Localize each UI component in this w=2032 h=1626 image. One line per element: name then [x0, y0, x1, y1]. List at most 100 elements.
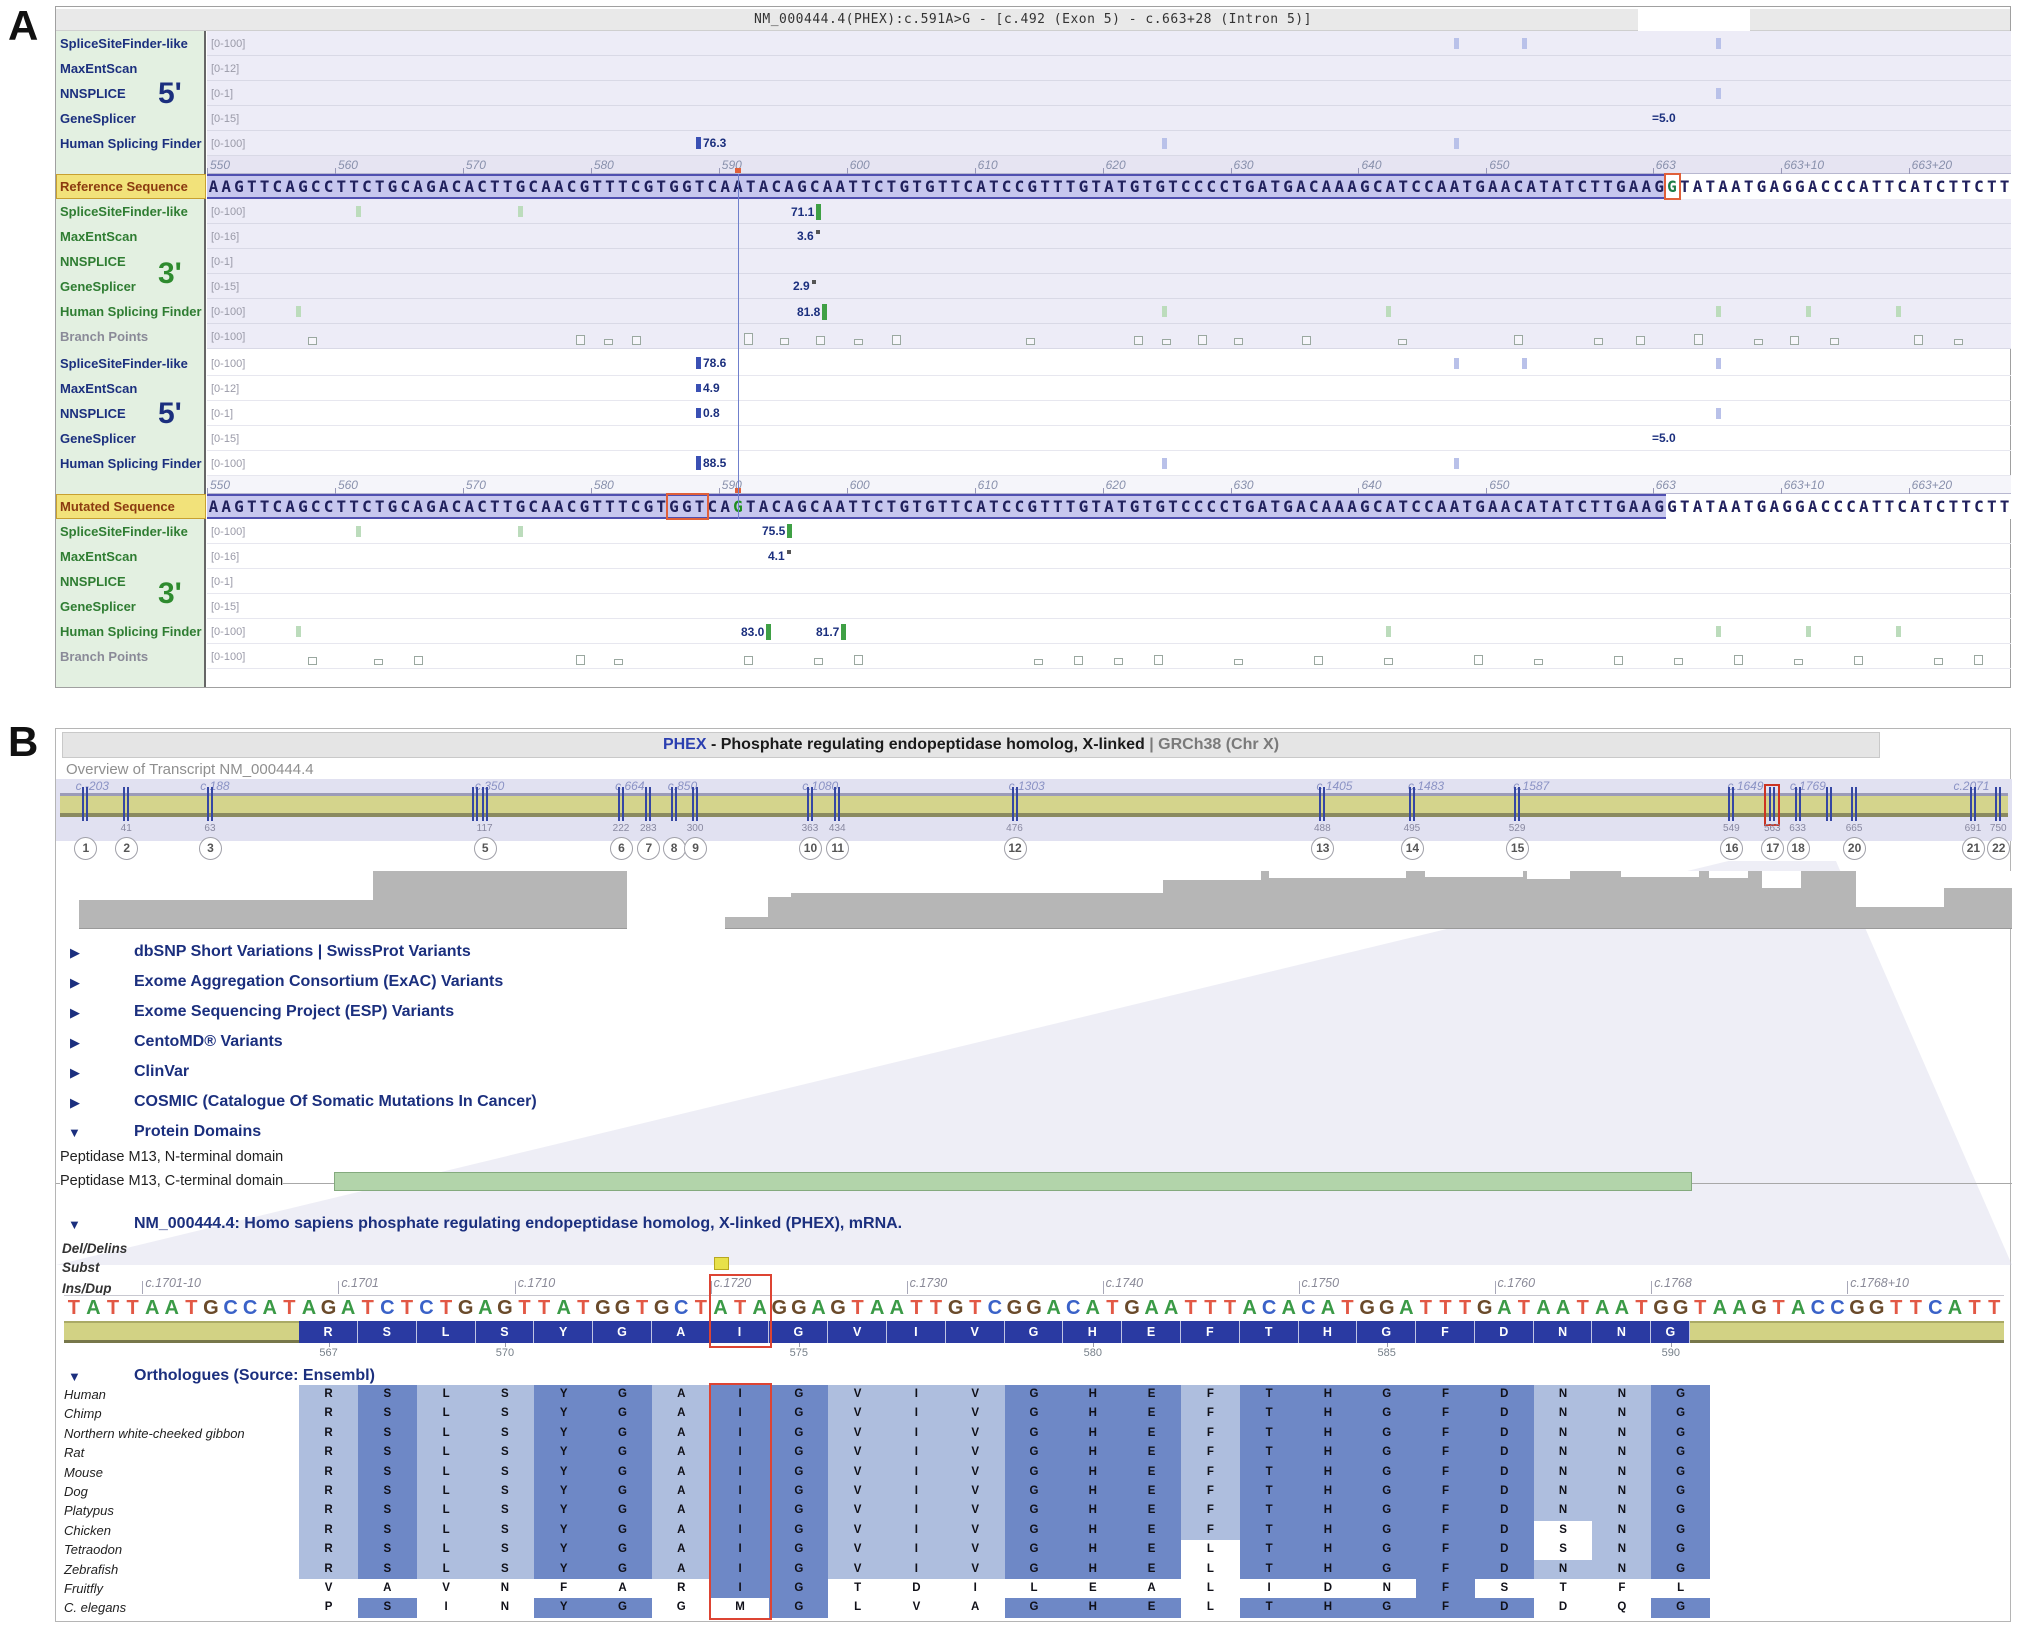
variant-track-label[interactable]: ClinVar — [134, 1063, 189, 1081]
sequence-base: T — [591, 177, 604, 196]
ruler-label: 630 — [1234, 478, 1254, 492]
alignment-cell: V — [946, 1463, 1005, 1482]
exon-circle[interactable]: 12 — [1004, 837, 1027, 860]
exon-circle[interactable]: 18 — [1787, 837, 1810, 860]
mrna-base: A — [1553, 1297, 1573, 1320]
alignment-cell: R — [299, 1560, 358, 1579]
variant-track-label[interactable]: COSMIC (Catalogue Of Somatic Mutations I… — [134, 1093, 537, 1111]
sequence-base: A — [1499, 497, 1512, 516]
exon-circle[interactable]: 1 — [74, 837, 97, 860]
sequence-base: T — [936, 177, 949, 196]
coverage-gap — [768, 871, 791, 897]
sequence-base: C — [476, 177, 489, 196]
protein-domains-title[interactable]: Protein Domains — [134, 1123, 261, 1141]
mrna-base: A — [554, 1297, 574, 1320]
collapse-arrow-icon[interactable]: ▼ — [68, 1125, 81, 1140]
exon-circle[interactable]: 22 — [1987, 837, 2010, 860]
exon-boundary-tick — [834, 787, 836, 821]
protein-position-number: 495 — [1404, 823, 1421, 834]
mrna-base: T — [1632, 1297, 1652, 1320]
sequence-base: T — [1985, 497, 1998, 516]
exon-boundary-tick — [1974, 787, 1976, 821]
alignment-cell: G — [769, 1579, 828, 1598]
exon-circle[interactable]: 10 — [799, 837, 822, 860]
variant-track-label[interactable]: Exome Sequencing Project (ESP) Variants — [134, 1003, 454, 1021]
sequence-base: C — [706, 177, 719, 196]
alignment-cell: G — [1651, 1598, 1710, 1617]
expand-arrow-icon[interactable]: ▶ — [70, 945, 80, 961]
track-label: NNSPLICE — [60, 254, 204, 269]
exon-circle[interactable]: 20 — [1843, 837, 1866, 860]
alignment-cell: L — [417, 1482, 476, 1501]
gene-symbol[interactable]: PHEX — [663, 736, 707, 753]
exon-circle[interactable]: 7 — [637, 837, 660, 860]
sequence-base: C — [1307, 497, 1320, 516]
mrna-base: A — [1788, 1297, 1808, 1320]
orthologues-title[interactable]: Orthologues (Source: Ensembl) — [134, 1367, 375, 1385]
mrna-title[interactable]: NM_000444.4: Homo sapiens phosphate regu… — [134, 1215, 902, 1233]
expand-arrow-icon[interactable]: ▶ — [70, 1065, 80, 1081]
splice-score: 4.1 — [768, 549, 791, 563]
exon-circle[interactable]: 15 — [1506, 837, 1529, 860]
sequence-base: C — [527, 497, 540, 516]
alignment-cell: E — [1122, 1424, 1181, 1443]
sequence-base: G — [1666, 497, 1679, 516]
exon-circle[interactable]: 5 — [474, 837, 497, 860]
alignment-cell: T — [1240, 1404, 1299, 1423]
minor-signal-mark — [1716, 306, 1721, 317]
sequence-base: T — [949, 497, 962, 516]
alignment-cell: A — [652, 1521, 711, 1540]
aa-number: 567 — [319, 1347, 337, 1359]
splice-score: 2.9 — [793, 279, 816, 293]
collapse-arrow-icon[interactable]: ▼ — [68, 1217, 81, 1232]
exon-circle[interactable]: 17 — [1761, 837, 1784, 860]
mrna-base: T — [1103, 1297, 1123, 1320]
conserved-column-highlight-box — [709, 1383, 773, 1620]
branch-point-mark — [1854, 656, 1863, 665]
variant-track-label[interactable]: Exome Aggregation Consortium (ExAC) Vari… — [134, 973, 503, 991]
collapse-arrow-icon[interactable]: ▼ — [68, 1369, 81, 1384]
variant-track-label[interactable]: CentoMD® Variants — [134, 1033, 283, 1051]
sequence-base: T — [1039, 177, 1052, 196]
exon-circle[interactable]: 11 — [826, 837, 849, 860]
expand-arrow-icon[interactable]: ▶ — [70, 975, 80, 991]
exon-circle[interactable]: 14 — [1401, 837, 1424, 860]
exon-circle[interactable]: 8 — [663, 837, 686, 860]
exon-circle[interactable]: 16 — [1720, 837, 1743, 860]
sequence-base: G — [1154, 497, 1167, 516]
sequence-base: C — [872, 497, 885, 516]
sequence-base: A — [1806, 177, 1819, 196]
expand-arrow-icon[interactable]: ▶ — [70, 1095, 80, 1111]
score-bar — [787, 524, 792, 538]
exon-circle[interactable]: 3 — [199, 837, 222, 860]
ruler-label: 663 — [1656, 478, 1676, 492]
mrna-base: T — [1984, 1297, 2004, 1320]
alignment-cell: R — [299, 1463, 358, 1482]
mrna-base: A — [1730, 1297, 1750, 1320]
sequence-base: T — [1051, 177, 1064, 196]
expand-arrow-icon[interactable]: ▶ — [70, 1005, 80, 1021]
ruler-label: 550 — [210, 478, 230, 492]
sequence-base: C — [1845, 177, 1858, 196]
mrna-base: C — [1299, 1297, 1319, 1320]
exon-circle[interactable]: 21 — [1962, 837, 1985, 860]
mrna-base: T — [534, 1297, 554, 1320]
alignment-cell: A — [652, 1443, 711, 1462]
expand-arrow-icon[interactable]: ▶ — [70, 1035, 80, 1051]
exon-circle[interactable]: 9 — [684, 837, 707, 860]
alignment-cell: N — [1592, 1521, 1651, 1540]
variant-track-label[interactable]: dbSNP Short Variations | SwissProt Varia… — [134, 943, 471, 961]
exon-circle[interactable]: 6 — [610, 837, 633, 860]
species-label: Zebrafish — [64, 1562, 118, 1577]
exon-boundary-tick — [476, 787, 478, 821]
track-range: [0-15] — [211, 281, 239, 293]
alignment-cell: G — [1005, 1540, 1064, 1559]
track-range: [0-15] — [211, 113, 239, 125]
mrna-ruler-tick — [907, 1281, 908, 1294]
sequence-base: T — [616, 497, 629, 516]
protein-position-number: 41 — [121, 823, 132, 834]
exon-circle[interactable]: 13 — [1311, 837, 1334, 860]
exon-circle[interactable]: 2 — [115, 837, 138, 860]
sequence-base: G — [1077, 177, 1090, 196]
exon-boundary-tick — [1999, 787, 2001, 821]
